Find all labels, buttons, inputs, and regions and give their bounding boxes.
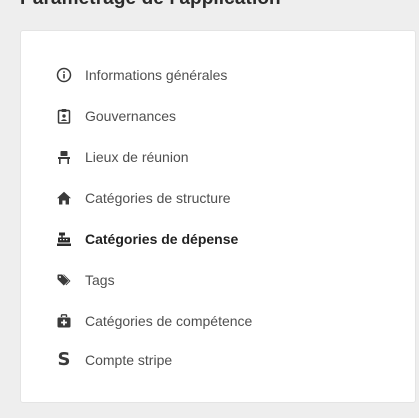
- desk-chair-icon: [55, 148, 73, 166]
- menu-item-categories-de-depense[interactable]: Catégories de dépense: [55, 228, 238, 250]
- menu-item-compte-stripe[interactable]: S Compte stripe: [55, 349, 173, 371]
- menu-item-lieux-de-reunion[interactable]: Lieux de réunion: [55, 146, 189, 168]
- settings-page: Paramétrage de l'application Information…: [0, 0, 419, 418]
- menu-item-label: Gouvernances: [85, 108, 177, 124]
- menu-item-gouvernances[interactable]: Gouvernances: [55, 105, 176, 127]
- menu-item-label: Catégories de compétence: [85, 313, 253, 329]
- menu-item-tags[interactable]: Tags: [55, 269, 115, 291]
- menu-item-categories-de-structure[interactable]: Catégories de structure: [55, 187, 231, 209]
- medkit-icon: [55, 312, 73, 330]
- tags-icon: [55, 271, 73, 289]
- menu-item-informations-generales[interactable]: Informations générales: [55, 64, 227, 86]
- menu-item-label: Tags: [85, 272, 115, 288]
- stripe-s-glyph: S: [57, 349, 71, 370]
- page-title: Paramétrage de l'application: [20, 0, 281, 10]
- menu-item-label: Informations générales: [85, 67, 228, 83]
- clipboard-user-icon: [55, 107, 73, 125]
- home-icon: [55, 189, 73, 207]
- cash-register-icon: [55, 230, 73, 248]
- stripe-s-icon: S: [55, 351, 73, 369]
- menu-item-label: Catégories de structure: [85, 190, 231, 206]
- menu-item-categories-de-competence[interactable]: Catégories de compétence: [55, 310, 252, 332]
- menu-item-label: Catégories de dépense: [85, 231, 239, 247]
- menu-item-label: Lieux de réunion: [85, 149, 189, 165]
- settings-menu-card: Informations générales Gouvernances Lieu…: [20, 30, 416, 403]
- menu-item-label: Compte stripe: [85, 352, 173, 368]
- info-circle-icon: [55, 66, 73, 84]
